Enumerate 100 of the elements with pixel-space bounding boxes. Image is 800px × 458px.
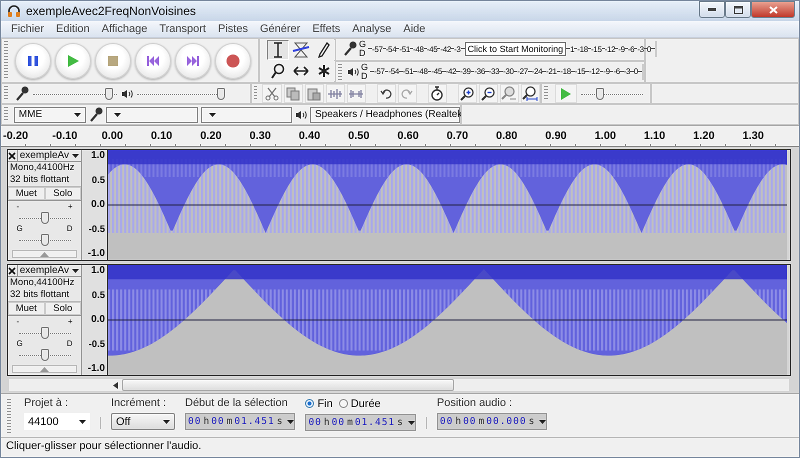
menu-item[interactable]: Edition: [56, 23, 90, 35]
minimize-button[interactable]: [699, 1, 725, 18]
meter-tick-label: -54: [386, 44, 396, 54]
zoom-out-button[interactable]: [478, 84, 498, 103]
redo-icon: [401, 88, 414, 98]
radio-button[interactable]: Fin: [305, 398, 333, 410]
radio-button[interactable]: Durée: [338, 398, 381, 410]
fit-project-button[interactable]: [520, 84, 540, 103]
timeline-ruler[interactable]: -0.20 -0.10 0.00 0.10 0.20 0.30 0.40 0.50 0.60 0.70 0.80 0.90 1.00 1.10 1.20 1.30: [1, 125, 799, 147]
snap-dropdown[interactable]: Off: [111, 413, 175, 430]
toolbar-grip[interactable]: [254, 86, 258, 101]
slider-label: -: [16, 318, 20, 326]
slider-thumb[interactable]: [40, 349, 48, 361]
radio-indicator[interactable]: [305, 399, 314, 408]
slider-thumb[interactable]: [217, 88, 225, 100]
menu-item[interactable]: Aide: [403, 23, 426, 35]
input-volume-slider[interactable]: [33, 86, 117, 100]
sync-lock-button[interactable]: [428, 84, 447, 103]
silence-button[interactable]: [346, 84, 366, 103]
waveform-drawing[interactable]: [108, 265, 787, 375]
gain-slider[interactable]: [18, 326, 70, 340]
ruler-label: 0.10: [150, 129, 174, 142]
slider-label: +: [68, 318, 72, 326]
slider-thumb[interactable]: [40, 234, 48, 246]
slider-label: G: [16, 340, 23, 348]
close-track-button[interactable]: [8, 150, 18, 161]
scrollbar-thumb[interactable]: [122, 379, 454, 391]
collapse-button[interactable]: [12, 365, 77, 373]
level-meter[interactable]: -57 -54 -51 -48 -45 -42 -39 -36 -33 -30 -27 -24 -21 -18 -15 -12 -9 -6 -3 0: [370, 64, 644, 80]
slider-thumb[interactable]: [40, 212, 48, 224]
speaker-icon: [347, 66, 359, 77]
horizontal-scrollbar[interactable]: [9, 379, 789, 391]
zoom-in-button[interactable]: [458, 84, 477, 103]
host-dropdown[interactable]: MME: [14, 106, 86, 122]
level-meter[interactable]: -57 -54 -51 -48 -45 -42 -3 Click to Start Monitoring 1 -18 -15 -12 -9 -6 -3 0: [368, 41, 657, 58]
toolbar-grip[interactable]: [544, 86, 548, 101]
meter-tick-label: -48: [417, 67, 428, 76]
track-info: Mono,44100Hz: [9, 162, 76, 174]
slider-thumb[interactable]: [40, 327, 48, 339]
radio-label: Durée: [350, 398, 381, 410]
transport-button[interactable]: [55, 42, 91, 78]
menu-item[interactable]: Générer: [260, 23, 300, 35]
gain-slider[interactable]: [18, 211, 70, 225]
menu-item[interactable]: Analyse: [352, 23, 392, 35]
solo-button[interactable]: Solo: [44, 302, 81, 315]
play-icon: [560, 86, 572, 100]
project-rate-dropdown[interactable]: 44100: [24, 413, 90, 430]
slider-thumb[interactable]: [104, 88, 113, 100]
maximize-button[interactable]: [725, 1, 751, 18]
time-field[interactable]: 00 h 00 m 01.451 s: [185, 413, 296, 430]
menu-item[interactable]: Effets: [312, 23, 340, 35]
amplitude-scale-label: -0.5: [88, 338, 105, 350]
transport-button[interactable]: [175, 42, 211, 78]
caret-icon: [208, 112, 216, 116]
close-track-button[interactable]: [8, 265, 18, 276]
menu-item[interactable]: Transport: [159, 23, 206, 35]
track-menu-button[interactable]: exempleAv: [18, 150, 81, 161]
menu-item[interactable]: Affichage: [102, 23, 148, 35]
output-device-dropdown[interactable]: Speakers / Headphones (Realtek: [310, 106, 460, 122]
toolbar-grip[interactable]: [4, 86, 8, 101]
collapse-button[interactable]: [12, 250, 77, 258]
radio-indicator[interactable]: [338, 399, 348, 408]
meter-tick-label: -33: [488, 67, 500, 76]
paste-button[interactable]: [304, 84, 324, 103]
tool-button[interactable]: [290, 40, 312, 60]
time-field[interactable]: 00 h 00 m 01.451 s: [305, 414, 416, 431]
time-field[interactable]: 00 h 00 m 00.000 s: [436, 413, 548, 430]
cut-button[interactable]: [262, 84, 282, 103]
copy-button[interactable]: [284, 84, 303, 103]
toolbar-grip[interactable]: [4, 107, 8, 122]
transport-button[interactable]: [15, 42, 51, 78]
amplitude-scale-label: 0.5: [92, 174, 105, 186]
speed-slider[interactable]: [581, 86, 643, 100]
undo-button[interactable]: [376, 84, 396, 103]
toolbar-grip[interactable]: [338, 64, 342, 80]
waveform-drawing[interactable]: [108, 150, 787, 260]
toolbar-grip[interactable]: [7, 399, 11, 435]
transport-button[interactable]: [215, 42, 251, 78]
play-at-speed-button[interactable]: [555, 84, 577, 103]
menu-item[interactable]: Pistes: [218, 23, 248, 35]
slider-thumb[interactable]: [596, 88, 604, 100]
mute-button[interactable]: Muet: [8, 302, 44, 315]
track-menu-button[interactable]: exempleAv: [18, 265, 81, 276]
meter-tick-label: -3: [454, 44, 461, 54]
toolbar-grip[interactable]: [4, 41, 8, 80]
tool-button[interactable]: [267, 40, 289, 60]
pan-slider[interactable]: [18, 348, 70, 362]
close-button[interactable]: [751, 1, 795, 18]
input-channels-dropdown[interactable]: [200, 106, 292, 122]
caret-icon: [163, 420, 170, 424]
input-device-dropdown[interactable]: [106, 106, 198, 122]
solo-button[interactable]: Solo: [44, 187, 81, 200]
menu-item[interactable]: Fichier: [11, 23, 44, 35]
ruler-label: 1.00: [594, 129, 617, 142]
transport-button[interactable]: [135, 42, 171, 78]
meter-tick-label: -3: [637, 44, 644, 54]
mute-button[interactable]: Muet: [8, 187, 44, 200]
pan-slider[interactable]: [18, 233, 70, 247]
tooltip: Click to Start Monitoring: [464, 42, 566, 56]
meter-tick-label: -27: [517, 67, 528, 76]
